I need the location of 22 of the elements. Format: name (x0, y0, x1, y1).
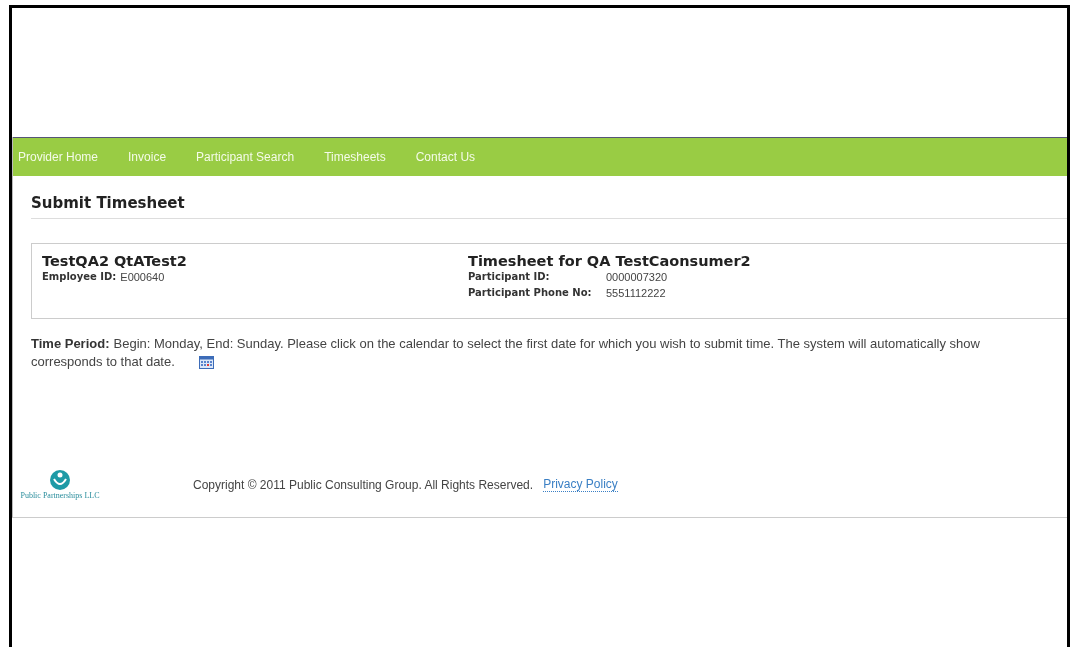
nav-link[interactable]: Provider Home (18, 150, 114, 164)
field-value: 5551112222 (606, 287, 666, 299)
instruction-text: corresponds to that date. (31, 353, 175, 371)
logo-icon (49, 469, 71, 491)
logo-text: Public Partnerships LLC (20, 491, 100, 500)
nav-link[interactable]: Timesheets (309, 150, 401, 164)
field-label: Employee ID: (42, 271, 118, 283)
copyright-text: Copyright © 2011 Public Consulting Group. All Rights Reserved. (193, 477, 534, 492)
field-label: Participant Phone No: (468, 287, 593, 299)
instruction-text: Begin: Monday, End: Sunday. Please click on the calendar to select the first date for which you wish to submit time. The system will automatically show (113, 335, 980, 353)
employee-name: TestQA2 QtATest2 (42, 253, 188, 269)
calendar-icon[interactable] (198, 355, 214, 369)
field-value: E000640 (120, 271, 165, 283)
nav-link[interactable]: Participant Search (181, 150, 310, 164)
nav-link[interactable]: Invoice (113, 150, 182, 164)
field-value: 0000007320 (606, 271, 668, 283)
privacy-policy-link[interactable]: Privacy Policy (543, 477, 618, 492)
timesheet-title: Timesheet for QA TestCaonsumer2 (468, 253, 752, 269)
field-label: Time Period: (31, 335, 110, 353)
field-label: Participant ID: (468, 271, 551, 283)
page-title: Submit Timesheet (31, 194, 1067, 219)
nav-link[interactable]: Contact Us (400, 150, 491, 164)
